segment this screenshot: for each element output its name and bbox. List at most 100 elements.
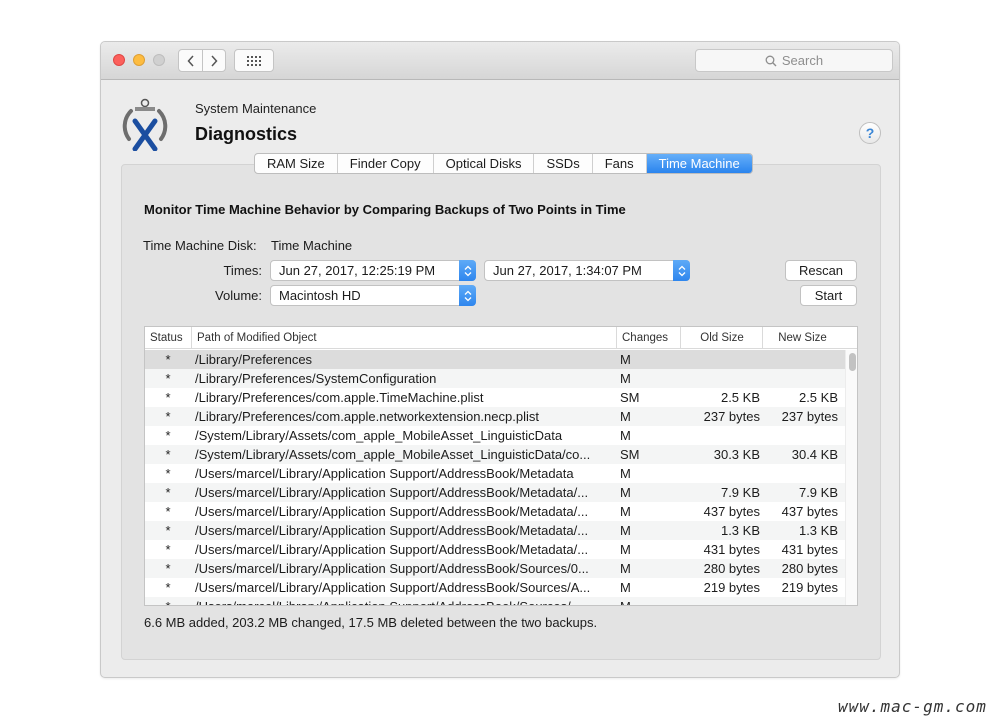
- chevron-right-icon: [211, 54, 218, 67]
- row-changes: M: [620, 504, 631, 519]
- close-window-button[interactable]: [113, 54, 125, 66]
- row-path: /Library/Preferences/SystemConfiguration: [195, 371, 437, 386]
- row-old-size: 7.9 KB: [720, 485, 760, 500]
- row-new-size: 280 bytes: [781, 561, 838, 576]
- back-forward-buttons: [178, 49, 226, 72]
- tab-finder-copy[interactable]: Finder Copy: [336, 154, 433, 173]
- show-all-button[interactable]: [234, 49, 274, 72]
- row-path: /Users/marcel/Library/Application Suppor…: [195, 580, 591, 595]
- time-from-select[interactable]: Jun 27, 2017, 12:25:19 PM: [270, 260, 476, 281]
- column-old-size[interactable]: Old Size: [680, 327, 763, 349]
- row-new-size: 2.5 KB: [798, 390, 838, 405]
- table-row[interactable]: * /Users/marcel/Library/Application Suppo…: [145, 540, 845, 559]
- tab-fans[interactable]: Fans: [591, 154, 646, 173]
- table-row[interactable]: * /Users/marcel/Library/Application Suppo…: [145, 502, 845, 521]
- zoom-window-button[interactable]: [153, 54, 165, 66]
- row-old-size: [680, 464, 760, 483]
- row-path: /Users/marcel/Library/Application Suppor…: [195, 466, 574, 481]
- chevron-left-icon: [186, 54, 194, 67]
- time-to-select[interactable]: Jun 27, 2017, 1:34:07 PM: [484, 260, 690, 281]
- row-status: *: [165, 485, 171, 500]
- row-status: *: [165, 523, 171, 538]
- select-arrows-icon: [459, 260, 476, 281]
- page-title: Diagnostics: [195, 124, 298, 144]
- row-old-size: 219 bytes: [703, 580, 760, 595]
- row-status: *: [165, 561, 171, 576]
- search-input[interactable]: Search: [695, 49, 893, 72]
- times-label: Times:: [223, 263, 262, 278]
- row-old-size: 1.3 KB: [720, 523, 760, 538]
- row-old-size: 431 bytes: [703, 542, 760, 557]
- table-row[interactable]: * /System/Library/Assets/com_apple_Mobile…: [145, 445, 845, 464]
- start-button[interactable]: Start: [800, 285, 857, 306]
- row-status: *: [165, 409, 171, 424]
- tab-bar: RAM Size Finder Copy Optical Disks SSDs …: [254, 153, 753, 174]
- row-path: /Users/marcel/Library/Application Suppor…: [195, 504, 589, 519]
- row-changes: M: [620, 466, 631, 481]
- row-changes: M: [620, 561, 631, 576]
- select-arrows-icon: [673, 260, 690, 281]
- row-path: /Users/marcel/Library/Application Suppor…: [195, 542, 589, 557]
- row-status: *: [165, 466, 171, 481]
- row-old-size: [680, 597, 760, 605]
- row-status: *: [165, 352, 171, 367]
- table-scrollbar[interactable]: [845, 350, 857, 605]
- select-arrows-icon: [459, 285, 476, 306]
- help-button[interactable]: ?: [859, 122, 881, 144]
- volume-select[interactable]: Macintosh HD: [270, 285, 476, 306]
- row-new-size: [760, 597, 838, 605]
- tab-optical-disks[interactable]: Optical Disks: [432, 154, 534, 173]
- column-status[interactable]: Status: [145, 327, 191, 349]
- table-row[interactable]: * /Users/marcel/Library/Application Suppo…: [145, 483, 845, 502]
- row-status: *: [145, 597, 191, 605]
- column-new-size[interactable]: New Size: [762, 327, 842, 349]
- row-status: *: [165, 428, 171, 443]
- disk-label: Time Machine Disk:: [143, 238, 257, 253]
- row-path: /Users/marcel/Library/Application Suppor…: [195, 597, 615, 605]
- rescan-button[interactable]: Rescan: [785, 260, 857, 281]
- backup-summary: 6.6 MB added, 203.2 MB changed, 17.5 MB …: [144, 615, 598, 630]
- table-body: * /Library/Preferences M * /Library/Preferen…: [145, 350, 845, 605]
- row-old-size: [680, 369, 760, 388]
- table-row[interactable]: * /Library/Preferences M: [145, 350, 845, 369]
- volume-label: Volume:: [215, 288, 262, 303]
- column-changes[interactable]: Changes: [616, 327, 680, 349]
- grid-icon: [247, 55, 261, 66]
- table-row[interactable]: * /Library/Preferences/SystemConfiguratio…: [145, 369, 845, 388]
- table-row[interactable]: * /System/Library/Assets/com_apple_Mobile…: [145, 426, 845, 445]
- tab-ssds[interactable]: SSDs: [533, 154, 591, 173]
- table-row[interactable]: * /Users/marcel/Library/Application Suppo…: [145, 521, 845, 540]
- back-button[interactable]: [179, 50, 202, 71]
- table-row[interactable]: * /Users/marcel/Library/Application Suppo…: [145, 464, 845, 483]
- page-subtitle: System Maintenance: [195, 101, 317, 116]
- table-row[interactable]: * /Users/marcel/Library/Application Suppo…: [145, 559, 845, 578]
- table-row[interactable]: * /Users/marcel/Library/Application Suppo…: [145, 578, 845, 597]
- row-status: *: [165, 447, 171, 462]
- scrollbar-thumb[interactable]: [849, 353, 856, 371]
- forward-button[interactable]: [202, 50, 225, 71]
- table-row[interactable]: * /Library/Preferences/com.apple.TimeMach…: [145, 388, 845, 407]
- tab-time-machine[interactable]: Time Machine: [645, 154, 752, 173]
- row-status: *: [165, 371, 171, 386]
- row-changes: SM: [620, 390, 640, 405]
- table-row[interactable]: * /Users/marcel/Library/Application Suppo…: [145, 597, 845, 605]
- row-changes: M: [620, 485, 631, 500]
- row-path: /Library/Preferences/com.apple.networkex…: [195, 409, 539, 424]
- row-changes: M: [620, 352, 631, 367]
- tab-ram-size[interactable]: RAM Size: [255, 154, 337, 173]
- modified-objects-table: Status Path of Modified Object Changes O…: [144, 326, 858, 606]
- minimize-window-button[interactable]: [133, 54, 145, 66]
- row-new-size: 237 bytes: [781, 409, 838, 424]
- row-old-size: 237 bytes: [703, 409, 760, 424]
- row-new-size: 431 bytes: [781, 542, 838, 557]
- row-new-size: [760, 426, 838, 445]
- row-changes: M: [620, 580, 631, 595]
- row-old-size: 30.3 KB: [713, 447, 760, 462]
- row-path: /Users/marcel/Library/Application Suppor…: [195, 523, 589, 538]
- row-path: /Users/marcel/Library/Application Suppor…: [195, 485, 589, 500]
- column-path[interactable]: Path of Modified Object: [191, 327, 617, 349]
- row-new-size: 219 bytes: [781, 580, 838, 595]
- row-changes: SM: [620, 447, 640, 462]
- row-changes: M: [620, 523, 631, 538]
- table-row[interactable]: * /Library/Preferences/com.apple.networke…: [145, 407, 845, 426]
